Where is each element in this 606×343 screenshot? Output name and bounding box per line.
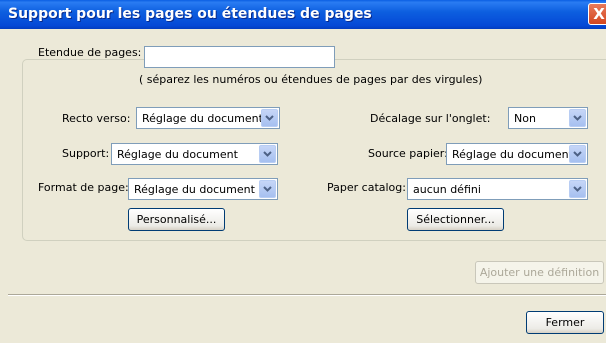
close-button[interactable]: X	[588, 3, 606, 25]
chevron-down-icon[interactable]	[259, 180, 276, 198]
personnalise-button[interactable]: Personnalisé...	[128, 208, 225, 231]
window-title: Support pour les pages ou étendues de pa…	[8, 6, 372, 22]
support-label: Support:	[62, 147, 110, 160]
page-range-label: Etendue de pages:	[38, 46, 142, 59]
chevron-down-icon[interactable]	[261, 109, 278, 127]
chevron-down-icon[interactable]	[569, 109, 586, 127]
format-page-label: Format de page:	[38, 181, 129, 194]
source-papier-select[interactable]: Réglage du document	[446, 143, 588, 165]
recto-verso-select[interactable]: Réglage du document	[136, 107, 280, 129]
fermer-button[interactable]: Fermer	[526, 311, 604, 334]
source-papier-label: Source papier:	[368, 147, 448, 160]
paper-catalog-label: Paper catalog:	[327, 181, 406, 194]
ajouter-definition-button[interactable]: Ajouter une définition	[475, 261, 604, 284]
chevron-down-icon[interactable]	[259, 145, 276, 163]
selectionner-button[interactable]: Sélectionner...	[407, 208, 504, 231]
page-range-hint: ( séparez les numéros ou étendues de pag…	[139, 73, 483, 86]
recto-verso-label: Recto verso:	[62, 112, 131, 125]
title-bar: Support pour les pages ou étendues de pa…	[0, 0, 606, 29]
format-page-select[interactable]: Réglage du document	[128, 178, 278, 200]
chevron-down-icon[interactable]	[569, 145, 586, 163]
decalage-label: Décalage sur l'onglet:	[370, 112, 491, 125]
chevron-down-icon[interactable]	[569, 180, 586, 198]
support-select[interactable]: Réglage du document	[111, 143, 278, 165]
dialog-window: Support pour les pages ou étendues de pa…	[0, 0, 606, 343]
paper-catalog-select[interactable]: aucun défini	[407, 178, 588, 200]
separator-line	[8, 294, 606, 296]
decalage-select[interactable]: Non	[508, 107, 588, 129]
page-range-input[interactable]	[144, 46, 335, 68]
